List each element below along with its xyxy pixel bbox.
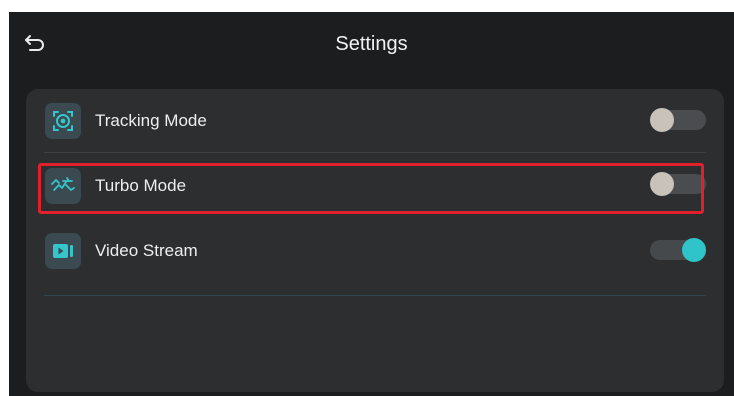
tracking-mode-toggle[interactable]	[650, 108, 706, 132]
row-divider	[44, 152, 706, 153]
setting-row-turbo-mode[interactable]: Turbo Mode	[26, 157, 724, 221]
setting-label-video-stream: Video Stream	[95, 241, 198, 260]
toggle-knob	[682, 238, 706, 262]
turbo-speed-icon	[45, 168, 81, 204]
setting-row-tracking-mode[interactable]: Tracking Mode	[26, 89, 724, 153]
settings-screen: Settings Tracking Mode Turbo Mode Video …	[9, 12, 734, 396]
setting-label-turbo-mode: Turbo Mode	[95, 176, 187, 195]
header-bar: Settings	[9, 12, 734, 76]
settings-panel: Tracking Mode Turbo Mode Video Stream	[26, 89, 724, 392]
turbo-mode-toggle[interactable]	[650, 172, 706, 196]
setting-row-video-stream[interactable]: Video Stream	[26, 219, 724, 296]
row-divider	[44, 295, 706, 296]
toggle-knob	[650, 108, 674, 132]
tracking-target-icon	[45, 103, 81, 139]
toggle-knob	[650, 172, 674, 196]
video-stream-toggle[interactable]	[650, 238, 706, 262]
video-camera-icon	[45, 233, 81, 269]
page-title: Settings	[335, 33, 408, 55]
setting-label-tracking-mode: Tracking Mode	[95, 111, 207, 130]
